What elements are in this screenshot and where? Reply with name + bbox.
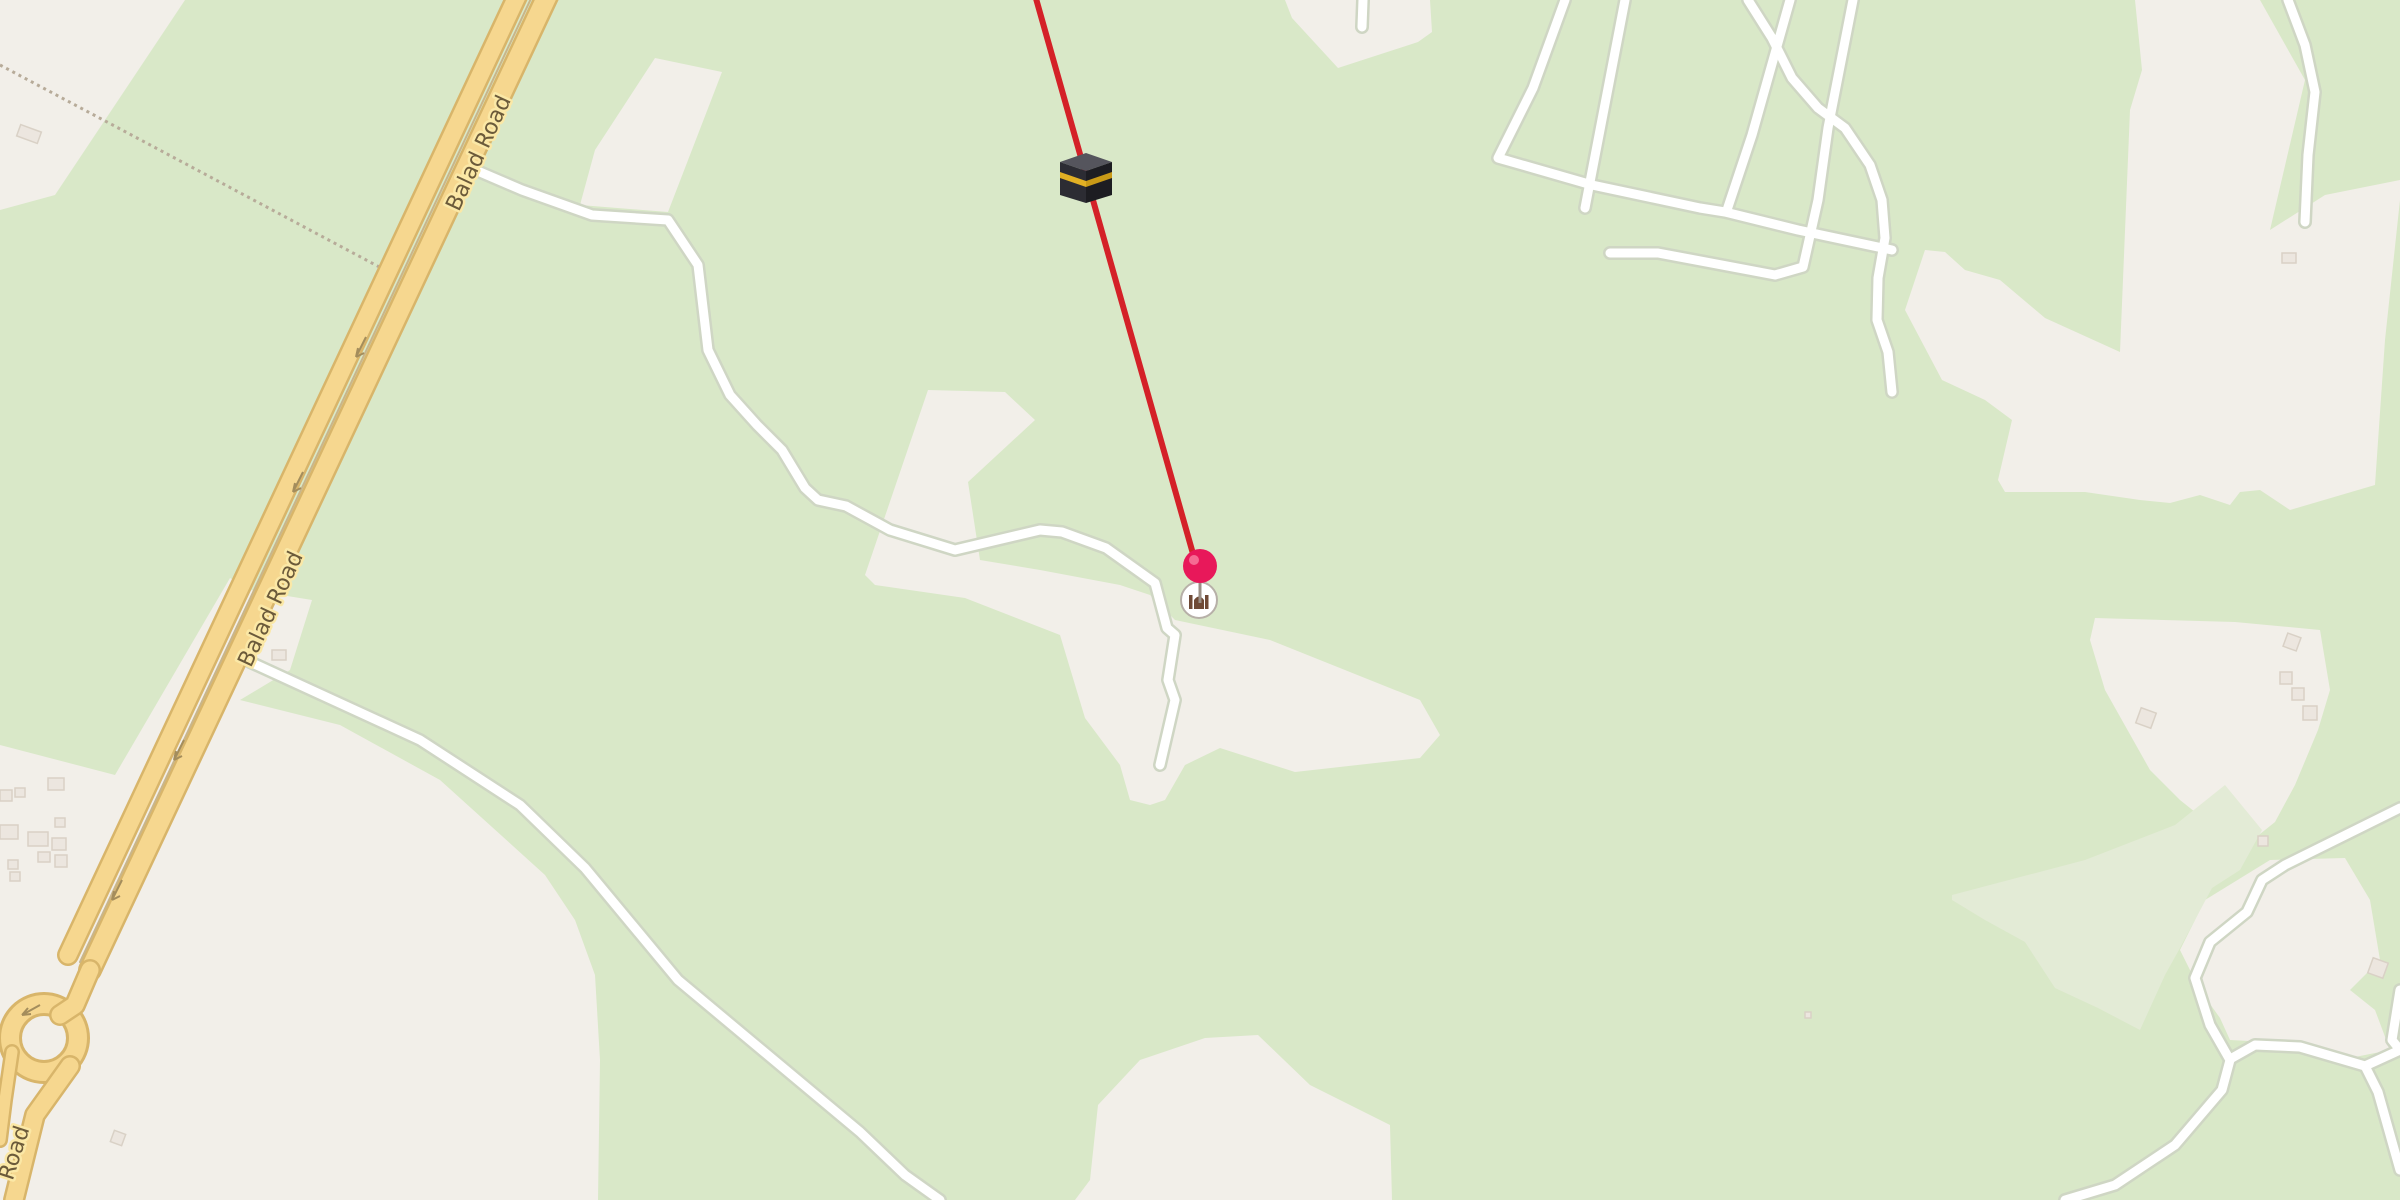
map-canvas[interactable]: Balad Road Balad Road Road <box>0 0 2400 1200</box>
kaaba-icon[interactable] <box>1060 153 1112 203</box>
